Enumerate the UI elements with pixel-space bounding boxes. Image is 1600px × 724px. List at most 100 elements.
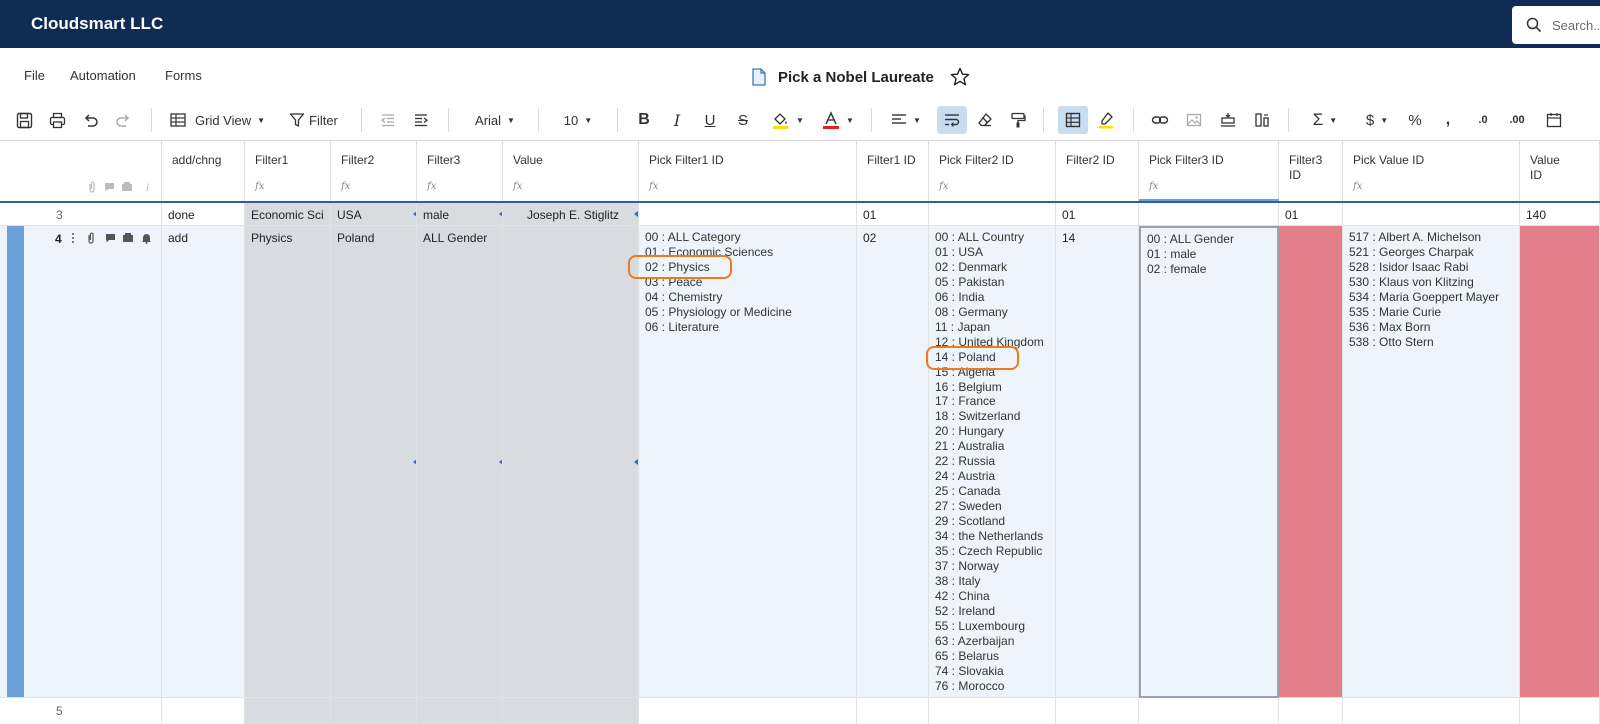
date-format-button[interactable]	[1544, 109, 1564, 131]
comment-icon	[105, 183, 114, 192]
column-header-pick-filter1-id[interactable]: Pick Filter1 ID fx	[639, 141, 857, 201]
wrap-text-button[interactable]	[937, 106, 967, 134]
cell-value-id[interactable]	[1520, 226, 1600, 698]
column-header-pick-filter3-id[interactable]: Pick Filter3 ID fx	[1139, 141, 1279, 201]
cell-filter2-id[interactable]	[1056, 698, 1139, 724]
cell-filter2[interactable]: Poland	[331, 226, 417, 698]
menu-forms[interactable]: Forms	[165, 68, 202, 83]
cell-pick-value-id[interactable]	[1343, 698, 1520, 724]
cell-value-id[interactable]	[1520, 698, 1600, 724]
cell-pick-value-id[interactable]	[1343, 203, 1520, 226]
cell-pick-filter1-id[interactable]: 00 : ALL Category 01 : Economic Sciences…	[639, 226, 857, 698]
cell-filter3-id[interactable]	[1279, 226, 1343, 698]
cell-filter2-id[interactable]: 01	[1056, 203, 1139, 226]
attachment-icon	[89, 181, 95, 193]
increase-decimal-button[interactable]: .00	[1506, 109, 1528, 131]
cell-filter3-id[interactable]: 01	[1279, 203, 1343, 226]
search-input[interactable]: Search...	[1552, 18, 1600, 33]
column-header-value-id[interactable]: Value ID	[1520, 141, 1600, 201]
fill-color-button[interactable]: ▼	[768, 109, 808, 131]
column-header-filter3-id[interactable]: Filter3 ID	[1279, 141, 1343, 201]
sheet-title[interactable]: Pick a Nobel Laureate	[778, 69, 934, 86]
sum-dropdown[interactable]: Σ ▼	[1305, 109, 1345, 131]
cell-filter3[interactable]	[417, 698, 503, 724]
decrease-decimal-button[interactable]: .0	[1472, 109, 1494, 131]
cell-pick-filter1-id[interactable]	[639, 698, 857, 724]
cell-pick-filter2-id[interactable]: 00 : ALL Country 01 : USA 02 : Denmark 0…	[929, 226, 1056, 698]
currency-dropdown[interactable]: $ ▼	[1357, 109, 1397, 131]
column-header-filter1[interactable]: Filter1 fx	[245, 141, 331, 201]
align-dropdown[interactable]: ▼	[886, 109, 926, 131]
cell-pick-filter3-id[interactable]: 00 : ALL Gender 01 : male 02 : female	[1139, 226, 1279, 698]
cell-filter3-id[interactable]	[1279, 698, 1343, 724]
row-header[interactable]: 5	[0, 698, 162, 724]
column-header-filter3[interactable]: Filter3 fx	[417, 141, 503, 201]
cell-filter1[interactable]: Economic Sci	[245, 203, 331, 226]
cell-add-chng[interactable]	[162, 698, 245, 724]
column-header-pick-value-id[interactable]: Pick Value ID fx	[1343, 141, 1520, 201]
cell-pick-filter3-id[interactable]	[1139, 698, 1279, 724]
cell-filter1[interactable]: Physics	[245, 226, 331, 698]
cell-filter1-id[interactable]: 01	[857, 203, 929, 226]
column-header-filter2[interactable]: Filter2 fx	[331, 141, 417, 201]
cell-filter2[interactable]: USA	[331, 203, 417, 226]
fill-color-icon	[773, 113, 789, 129]
row-header[interactable]: 3	[0, 203, 162, 226]
strikethrough-button[interactable]: S	[733, 109, 753, 131]
favorite-star-icon[interactable]	[950, 67, 970, 87]
cell-value[interactable]: Joseph E. Stiglitz	[503, 203, 639, 226]
outdent-button[interactable]	[378, 109, 398, 131]
column-header-value[interactable]: Value fx	[503, 141, 639, 201]
grid-view-dropdown[interactable]: Grid View ▼	[170, 109, 274, 131]
menu-file[interactable]: File	[24, 68, 45, 83]
highlight-changes-button[interactable]	[1096, 109, 1116, 131]
search-box[interactable]: Search...	[1512, 6, 1600, 44]
bold-button[interactable]: B	[634, 109, 654, 131]
thousands-separator-button[interactable]: ,	[1438, 109, 1458, 131]
underline-button[interactable]: U	[700, 109, 720, 131]
cell-filter2-id[interactable]: 14	[1056, 226, 1139, 698]
clear-format-button[interactable]	[975, 109, 995, 131]
cell-value[interactable]	[503, 698, 639, 724]
format-painter-button[interactable]	[1008, 109, 1028, 131]
cell-add-chng[interactable]: done	[162, 203, 245, 226]
menu-automation[interactable]: Automation	[70, 68, 136, 83]
cell-pick-filter3-id[interactable]	[1139, 203, 1279, 226]
cell-value[interactable]	[503, 226, 639, 698]
cell-filter1-id[interactable]: 02	[857, 226, 929, 698]
column-header-filter2-id[interactable]: Filter2 ID	[1056, 141, 1139, 201]
text-color-button[interactable]: ▼	[818, 109, 858, 131]
company-name[interactable]: Cloudsmart LLC	[31, 14, 163, 34]
cell-filter3[interactable]: ALL Gender	[417, 226, 503, 698]
cell-pick-value-id[interactable]: 517 : Albert A. Michelson 521 : Georges …	[1343, 226, 1520, 698]
column-header-add-chng[interactable]: add/chng	[162, 141, 245, 201]
insert-image-button[interactable]	[1184, 109, 1204, 131]
percent-button[interactable]: %	[1405, 109, 1425, 131]
freeze-columns-button[interactable]	[1252, 109, 1272, 131]
cell-value-id[interactable]: 140	[1520, 203, 1600, 226]
redo-button[interactable]	[113, 109, 133, 131]
row-header[interactable]: 4	[0, 226, 162, 698]
cell-add-chng[interactable]: add	[162, 226, 245, 698]
cell-filter1[interactable]	[245, 698, 331, 724]
column-header-pick-filter2-id[interactable]: Pick Filter2 ID fx	[929, 141, 1056, 201]
save-button[interactable]	[14, 109, 34, 131]
filter-button[interactable]: Filter	[289, 109, 343, 131]
cell-filter1-id[interactable]	[857, 698, 929, 724]
font-size-dropdown[interactable]: 10 ▼	[556, 109, 600, 131]
link-button[interactable]	[1150, 109, 1170, 131]
cell-filter3[interactable]: male	[417, 203, 503, 226]
cell-filter2[interactable]	[331, 698, 417, 724]
column-header-filter1-id[interactable]: Filter1 ID	[857, 141, 929, 201]
undo-button[interactable]	[80, 109, 100, 131]
freeze-rows-button[interactable]	[1218, 109, 1238, 131]
print-button[interactable]	[47, 109, 67, 131]
cell-pick-filter2-id[interactable]	[929, 698, 1056, 724]
formula-icon: fx	[649, 181, 659, 192]
cell-pick-filter2-id[interactable]	[929, 203, 1056, 226]
italic-button[interactable]: I	[667, 109, 687, 131]
indent-button[interactable]	[411, 109, 431, 131]
gridlines-button[interactable]	[1058, 106, 1088, 134]
font-family-dropdown[interactable]: Arial ▼	[466, 109, 524, 131]
cell-pick-filter1-id[interactable]	[639, 203, 857, 226]
